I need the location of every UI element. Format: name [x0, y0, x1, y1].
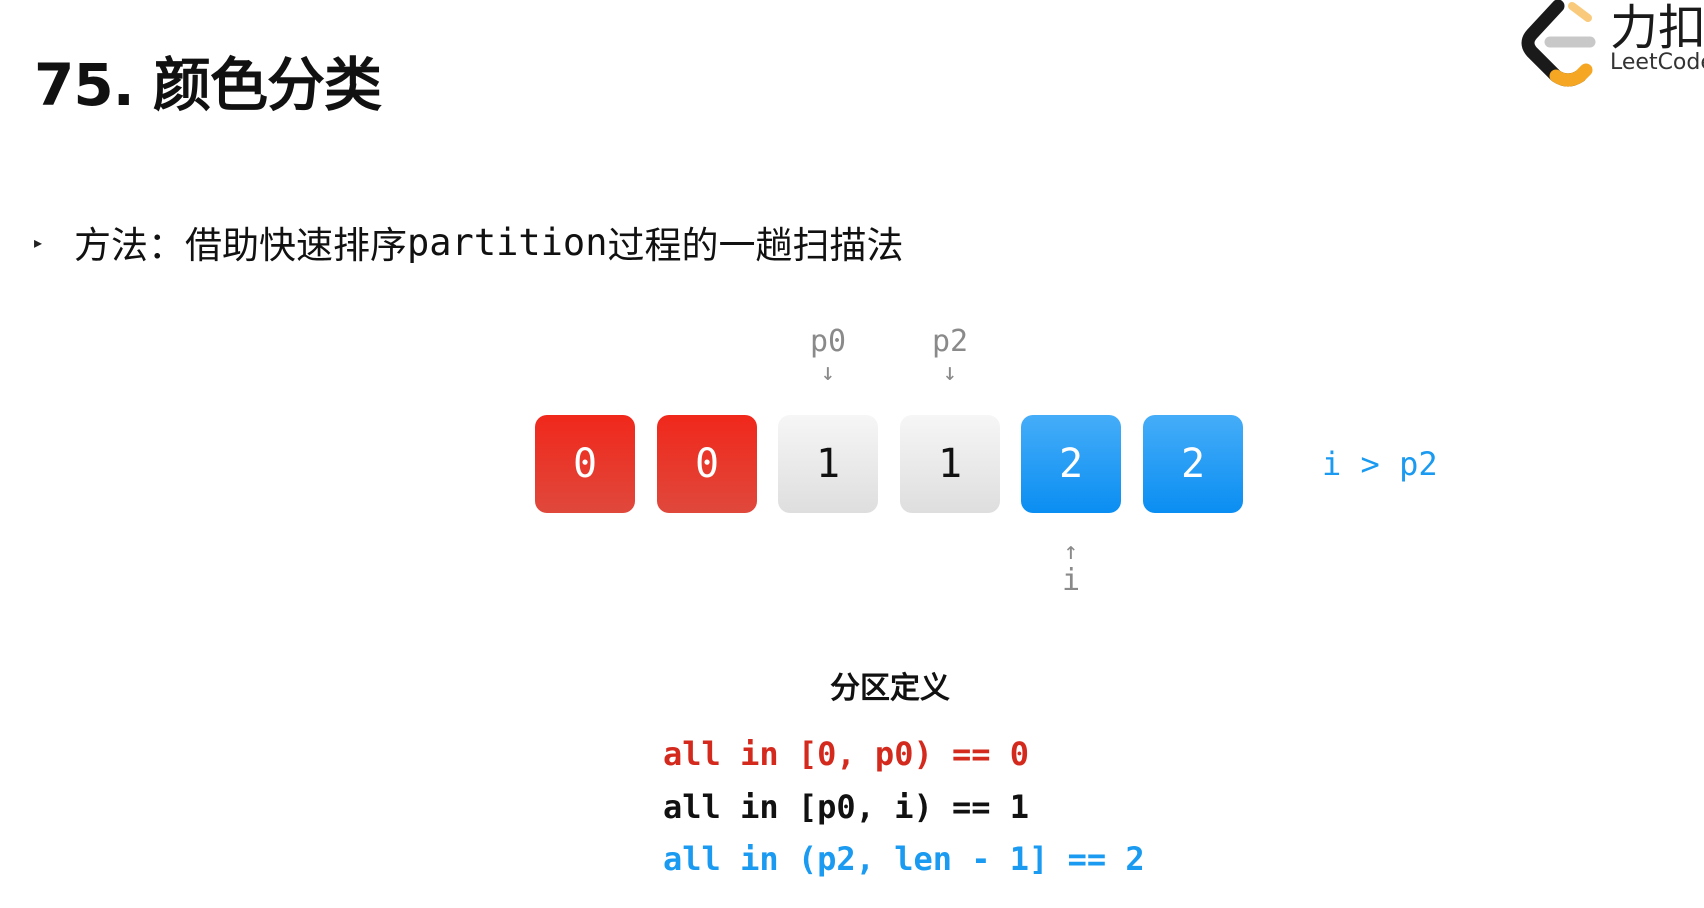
logo-text-en: LeetCode	[1610, 50, 1704, 75]
pointer-i-label: i	[1061, 563, 1081, 598]
array-cell-value: 1	[937, 441, 963, 487]
arrow-down-icon: ↓	[942, 358, 958, 386]
method-text-after: 过程的一趟扫描法	[607, 224, 904, 267]
method-code: partition	[407, 220, 608, 264]
loop-condition: i > p2	[1322, 445, 1438, 483]
page-title: 75. 颜色分类	[34, 51, 382, 119]
arrow-down-icon: ↓	[820, 358, 836, 386]
slide: 75. 颜色分类 力扣 LeetCode ▸ 方法：借助快速排序 partiti…	[0, 0, 1704, 908]
pointer-p2-label: p2	[931, 324, 969, 359]
leetcode-logo-icon	[1521, 0, 1596, 87]
array-cell: 2	[1021, 415, 1121, 513]
bullet-marker-icon: ▸	[34, 232, 43, 252]
array-cell-value: 0	[572, 441, 598, 487]
pointer-p0-label: p0	[809, 324, 847, 359]
pointer-p2: p2 ↓	[900, 324, 1000, 386]
method-bullet: ▸ 方法：借助快速排序 partition 过程的一趟扫描法	[34, 215, 903, 269]
array-cell: 1	[900, 415, 1000, 513]
array-cell: 0	[657, 415, 757, 513]
array-cell: 0	[535, 415, 635, 513]
array-cell-value: 2	[1058, 441, 1084, 487]
pointer-i: ↑ i	[1021, 538, 1121, 598]
array-cell-value: 1	[815, 441, 841, 487]
definition-line: all in (p2, len - 1] == 2	[663, 840, 1145, 878]
definition-line: all in [p0, i) == 1	[663, 788, 1030, 826]
pointer-p0: p0 ↓	[778, 324, 878, 386]
method-text-before: 方法：借助快速排序	[74, 224, 407, 267]
arrow-up-icon: ↑	[1063, 537, 1079, 565]
array-cell: 1	[778, 415, 878, 513]
section-title: 分区定义	[830, 671, 950, 706]
definition-line: all in [0, p0) == 0	[663, 735, 1030, 773]
leetcode-logo: 力扣 LeetCode	[1510, 0, 1704, 90]
array-cell-value: 0	[694, 441, 720, 487]
array-cell-value: 2	[1180, 441, 1206, 487]
array-cell: 2	[1143, 415, 1243, 513]
